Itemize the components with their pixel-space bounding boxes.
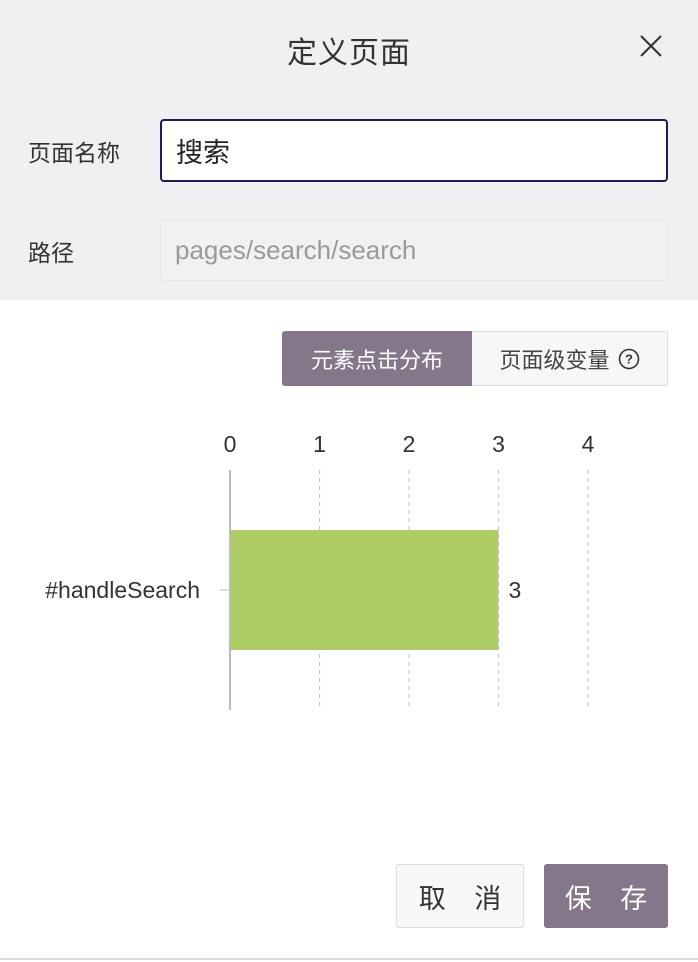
x-tick-label: 2	[403, 431, 416, 457]
cancel-button[interactable]: 取 消	[396, 864, 524, 928]
tab-page-variables[interactable]: 页面级变量 ?	[472, 331, 668, 386]
page-name-input[interactable]	[160, 119, 668, 182]
bar-value-label: 3	[509, 577, 522, 603]
define-page-dialog: 定义页面 页面名称 路径 元素点击分布 页面级变量 ? 0 1 2 3 4 3 #handl…	[0, 0, 698, 962]
dialog-header-panel: 定义页面 页面名称 路径	[0, 0, 698, 300]
path-input[interactable]	[160, 219, 668, 281]
x-tick-label: 3	[492, 431, 505, 457]
tab-label: 页面级变量	[499, 348, 610, 374]
svg-text:?: ?	[625, 351, 633, 366]
x-tick-label: 1	[313, 431, 326, 457]
dialog-title: 定义页面	[287, 36, 411, 71]
save-button[interactable]: 保 存	[544, 864, 668, 928]
bar	[230, 530, 499, 650]
question-circle-icon[interactable]: ?	[618, 348, 640, 370]
tab-label: 元素点击分布	[310, 348, 443, 374]
category-label: #handleSearch	[45, 577, 200, 603]
page-name-label: 页面名称	[28, 141, 120, 167]
click-distribution-chart: 0 1 2 3 4 3 #handleSearch	[45, 431, 595, 710]
bottom-divider	[0, 958, 698, 960]
x-tick-label: 0	[224, 431, 237, 457]
close-icon[interactable]	[637, 32, 665, 60]
path-label: 路径	[28, 241, 74, 267]
tab-element-click-distribution[interactable]: 元素点击分布	[282, 331, 472, 386]
x-tick-label: 4	[582, 431, 595, 457]
